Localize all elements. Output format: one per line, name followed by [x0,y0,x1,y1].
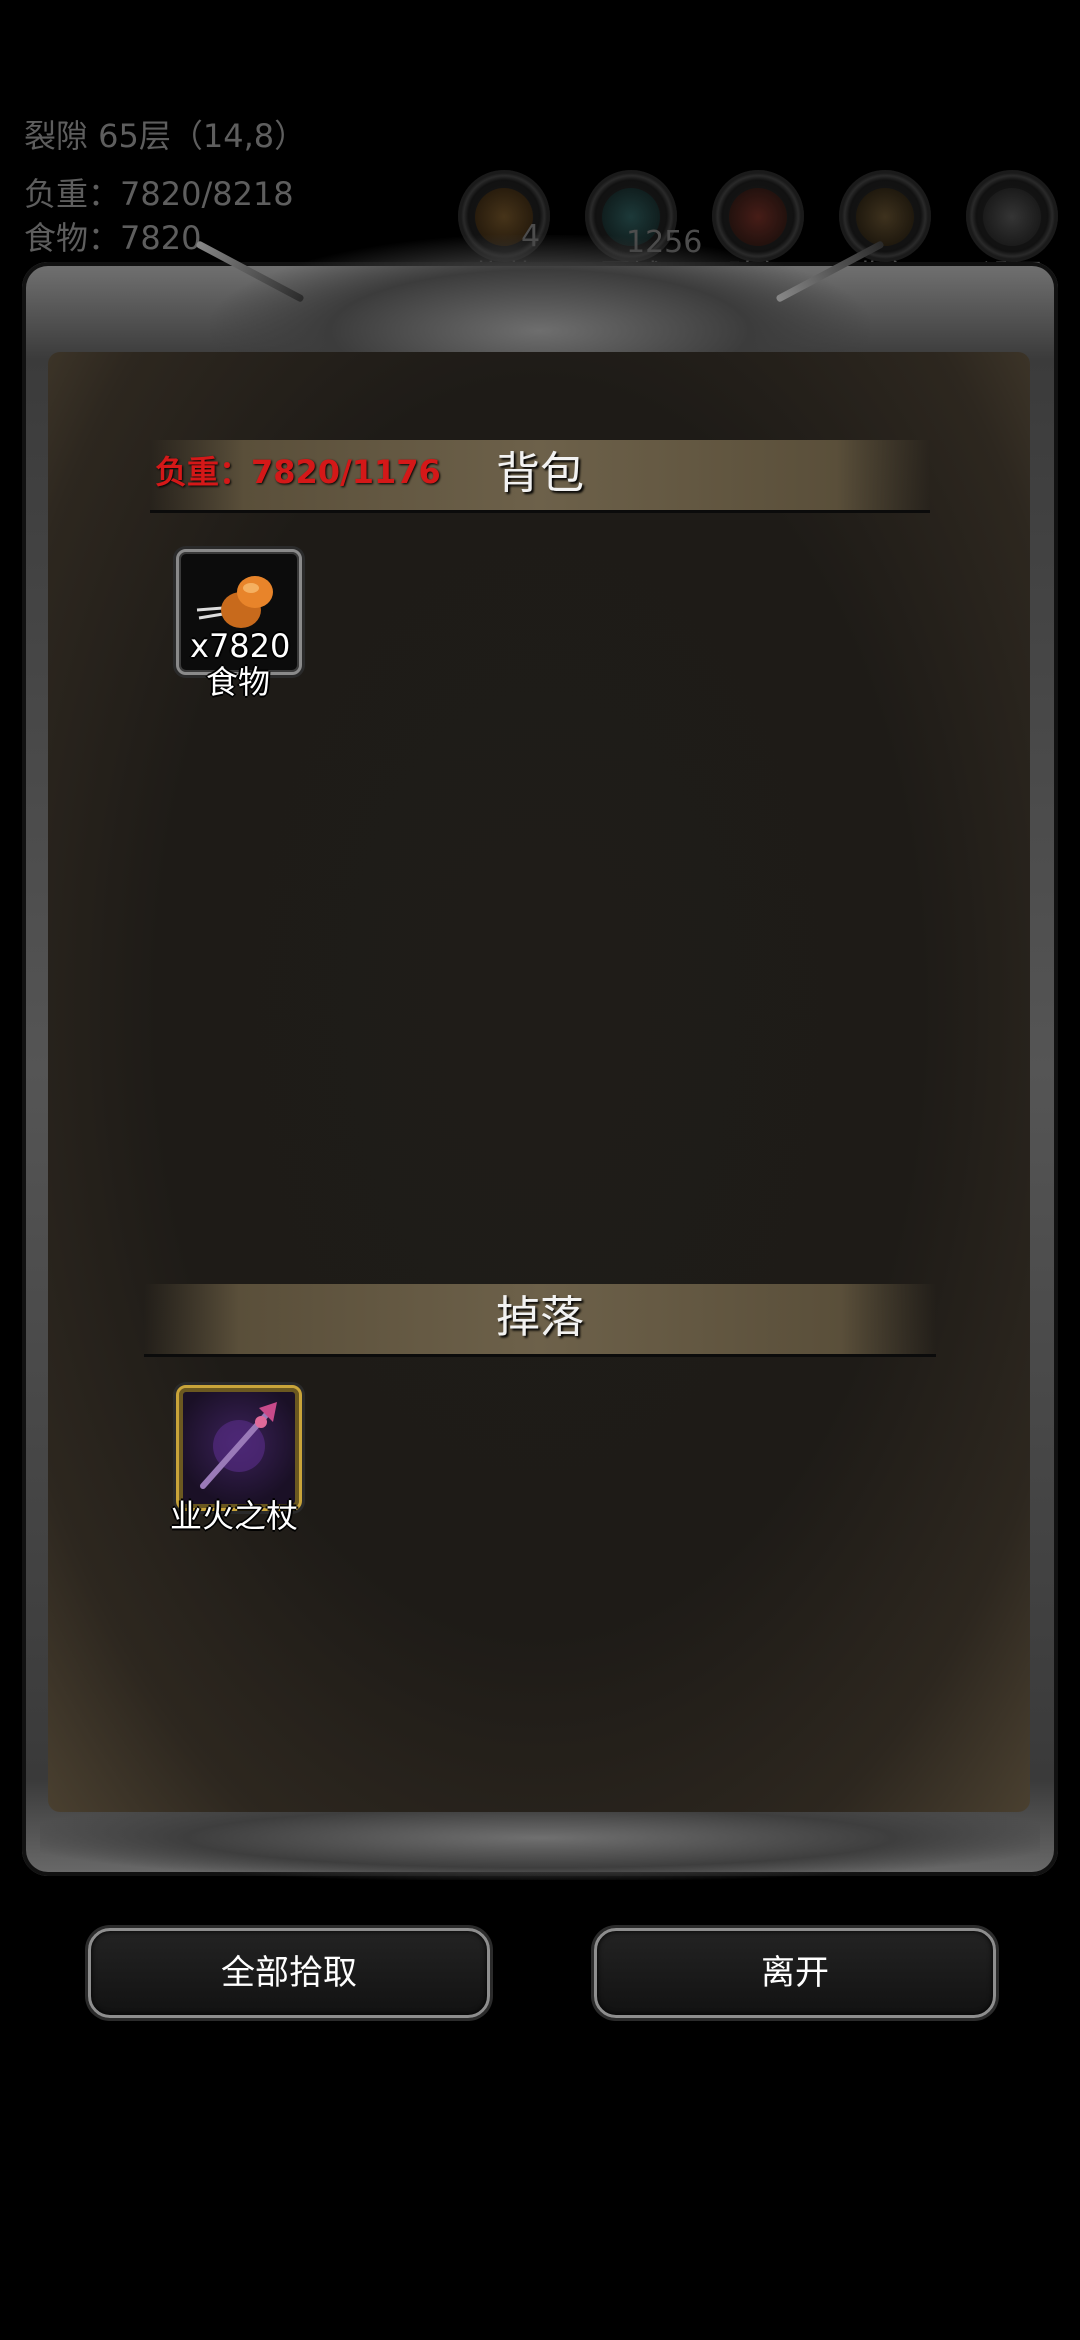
leave-label: 离开 [761,1953,829,1993]
drop-item-slot[interactable] [176,1385,302,1511]
item-name: 食物 [206,663,271,701]
staff-icon [200,1402,277,1489]
item-name: 业火之杖 [170,1497,299,1535]
backpack-header: 负重：7820/1176 背包 [150,440,930,513]
gear-icon [983,188,1041,246]
item-quantity: x7820 [190,627,291,665]
load-status: 负重：7820/8218 [24,175,294,213]
food-status: 食物：7820 [24,219,202,257]
frame-crest [210,235,870,355]
pickup-all-button[interactable]: 全部拾取 [88,1928,490,2018]
drops-header: 掉落 [144,1284,936,1357]
drops-title: 掉落 [496,1292,584,1343]
pickup-all-label: 全部拾取 [221,1953,357,1993]
frame-bottom-ornament [40,1810,1040,1880]
leave-button[interactable]: 离开 [594,1928,996,2018]
backpack-title: 背包 [496,448,584,499]
location-label: 裂隙 65层（14,8） [24,117,307,155]
